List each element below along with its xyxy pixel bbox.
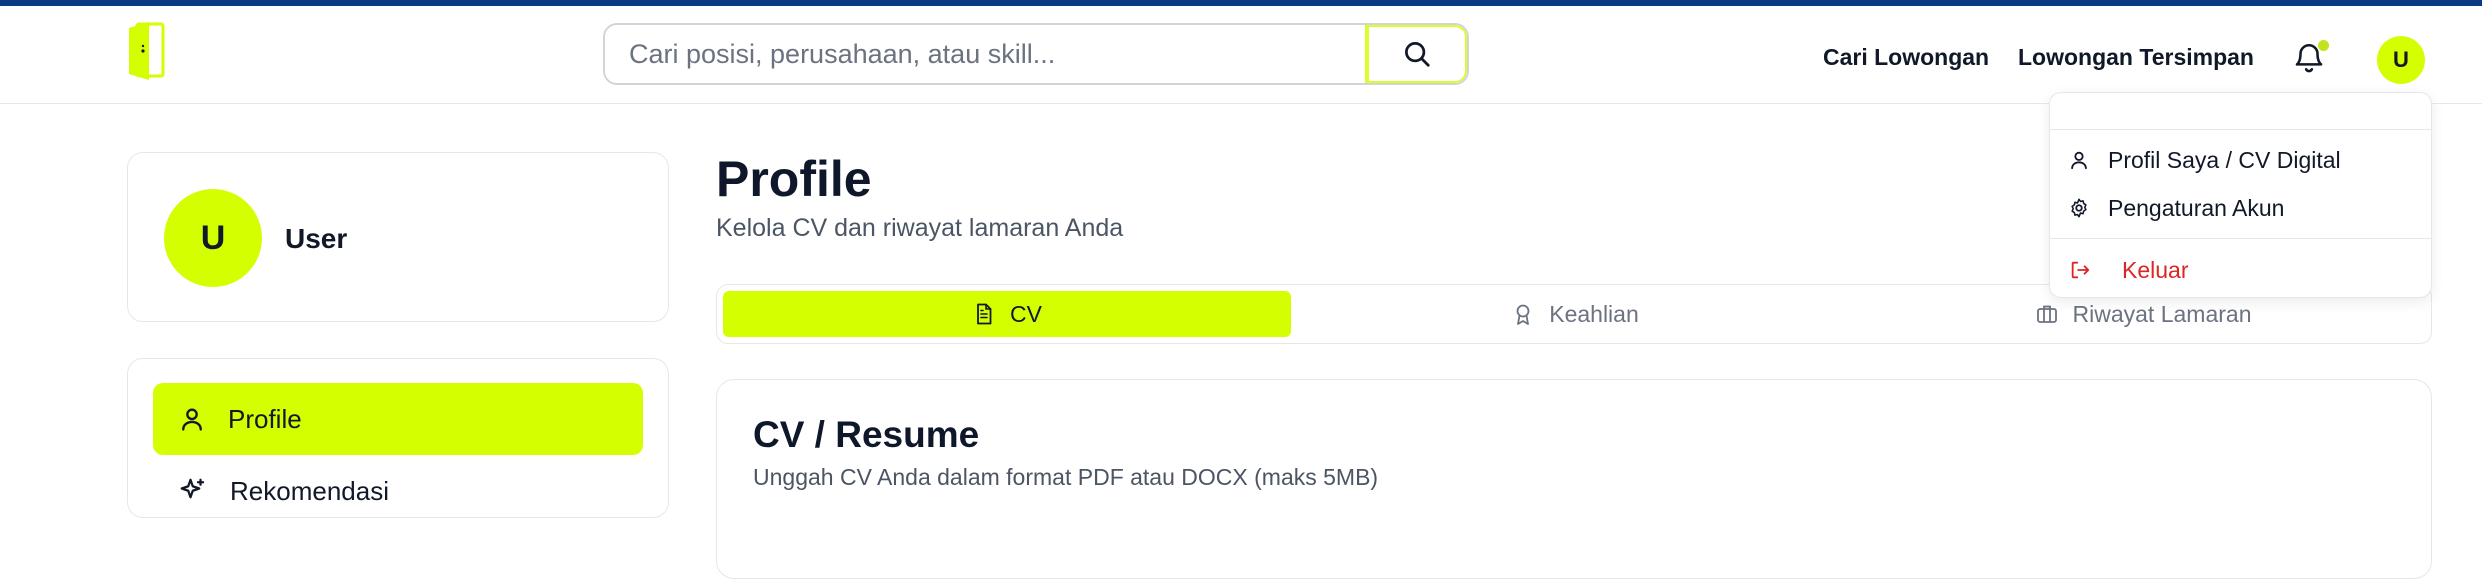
briefcase-icon xyxy=(2036,305,2057,323)
cv-card: CV / Resume Unggah CV Anda dalam format … xyxy=(716,379,2432,579)
profile-summary-card: U User xyxy=(127,152,669,322)
avatar: U xyxy=(164,189,262,287)
dropdown-item-label: Profil Saya / CV Digital xyxy=(2108,146,2341,173)
logo[interactable] xyxy=(127,20,167,82)
user-icon xyxy=(182,408,202,431)
dropdown-item-label: Keluar xyxy=(2122,256,2189,283)
header: Cari Lowongan Lowongan Tersimpan U xyxy=(0,6,2482,104)
gear-icon xyxy=(2071,198,2087,218)
cv-card-subtitle: Unggah CV Anda dalam format PDF atau DOC… xyxy=(753,464,1379,490)
nav-find-jobs-link[interactable]: Cari Lowongan xyxy=(1823,44,1989,71)
dropdown-divider xyxy=(2050,129,2431,130)
door-logo-icon xyxy=(129,22,165,80)
page-subtitle: Kelola CV dan riwayat lamaran Anda xyxy=(716,214,1124,242)
sidebar-menu: Profile Rekomendasi xyxy=(127,358,669,518)
award-icon xyxy=(1516,304,1530,325)
tab-cv[interactable]: CV xyxy=(723,291,1291,337)
search-input[interactable] xyxy=(605,25,1365,83)
search-bar xyxy=(603,23,1469,85)
sidebar-item-label: Profile xyxy=(228,403,302,434)
document-icon xyxy=(977,303,992,325)
avatar-initial: U xyxy=(200,218,226,257)
search-button[interactable] xyxy=(1365,25,1467,83)
user-dropdown-menu: Profil Saya / CV Digital Pengaturan Akun… xyxy=(2049,92,2432,298)
page-title: Profile xyxy=(716,151,872,207)
user-icon xyxy=(2071,151,2087,170)
tab-label: Keahlian xyxy=(1549,300,1639,327)
sparkles-icon xyxy=(180,478,205,499)
tab-label: Riwayat Lamaran xyxy=(2072,300,2252,327)
logout-icon xyxy=(2071,261,2090,279)
avatar-initial: U xyxy=(2393,47,2409,72)
dropdown-item-settings[interactable]: Pengaturan Akun xyxy=(2068,186,2413,230)
tab-label: CV xyxy=(1010,300,1042,327)
user-name: User xyxy=(285,223,348,254)
tab-keahlian[interactable]: Keahlian xyxy=(1291,291,1859,337)
dropdown-item-profile[interactable]: Profil Saya / CV Digital xyxy=(2068,138,2413,182)
nav-saved-jobs-link[interactable]: Lowongan Tersimpan xyxy=(2018,44,2254,71)
dropdown-item-logout[interactable]: Keluar xyxy=(2068,248,2413,292)
user-avatar-button[interactable]: U xyxy=(2377,36,2425,84)
sidebar-item-label: Rekomendasi xyxy=(230,475,389,506)
search-icon xyxy=(1405,42,1430,67)
notification-dot xyxy=(2318,40,2329,51)
sidebar-item-profile[interactable]: Profile xyxy=(153,383,643,455)
cv-card-title: CV / Resume xyxy=(753,414,980,455)
dropdown-item-label: Pengaturan Akun xyxy=(2108,194,2285,221)
dropdown-divider xyxy=(2050,238,2431,239)
sidebar-item-rekomendasi[interactable]: Rekomendasi xyxy=(153,455,643,527)
